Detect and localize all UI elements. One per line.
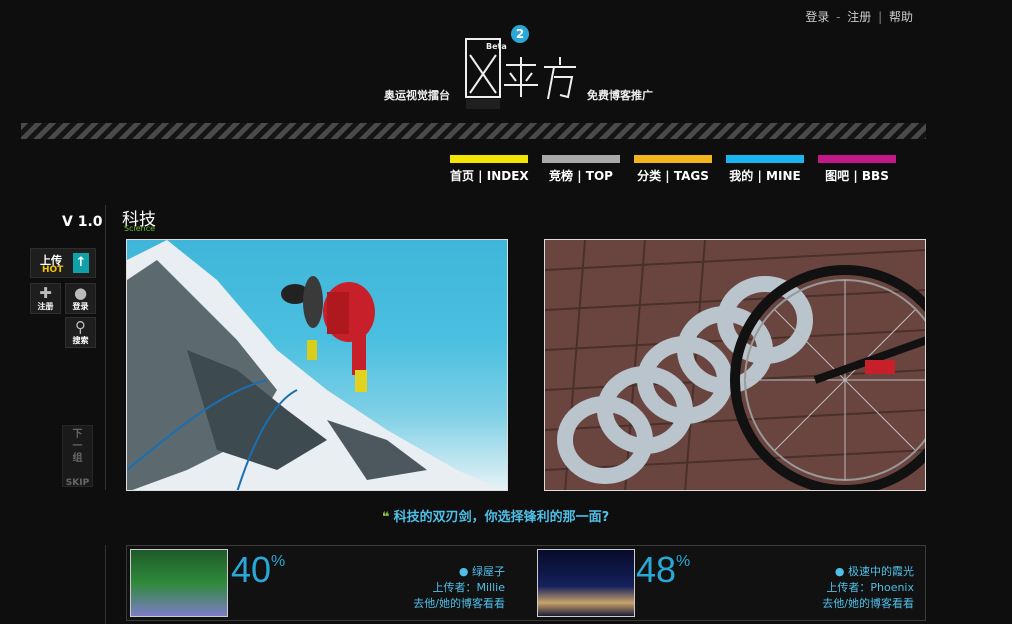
nav-label: 图吧 | BBS (825, 169, 889, 183)
nav-color-bar (450, 155, 528, 163)
nav-bbs[interactable]: 图吧 | BBS (818, 155, 896, 184)
climber-illustration (127, 240, 505, 490)
register-label: 注册 (37, 302, 54, 311)
result-percent: 48% (636, 549, 691, 590)
tagline-right: 免费博客推广 (587, 89, 653, 102)
result-info: ● 极速中的霞光 上传者：Phoenix 去他/她的博客看看 (822, 564, 914, 612)
register-button[interactable]: ✚ 注册 (30, 283, 61, 314)
nav-top[interactable]: 竞榜 | TOP (542, 155, 620, 184)
nav-color-bar (634, 155, 712, 163)
version-label: V 1.0 (62, 214, 103, 230)
result-title-link[interactable]: 绿屋子 (472, 565, 505, 578)
skip-button[interactable]: 下 一 组 SKIP (62, 425, 93, 488)
bullet-icon: ● (458, 565, 472, 578)
blog-link[interactable]: 去他/她的博客看看 (822, 596, 914, 612)
header-stripe-divider (21, 123, 926, 139)
hot-label: HOT (42, 265, 64, 275)
result-thumbnail[interactable] (537, 549, 635, 617)
upload-arrow-icon: ↑ (73, 253, 89, 273)
upload-button[interactable]: 上传 HOT ↑ (30, 248, 96, 278)
blog-link[interactable]: 去他/她的博客看看 (413, 596, 505, 612)
nav-label: 首页 | INDEX (450, 169, 529, 183)
result-percent: 40% (231, 549, 286, 590)
top-links: 登录 - 注册 | 帮助 (805, 8, 913, 25)
sidebar-divider (105, 545, 106, 624)
help-link[interactable]: 帮助 (889, 10, 913, 24)
percent-value: 40 (231, 549, 272, 590)
skip-label: SKIP (65, 478, 90, 488)
sidebar-divider (105, 205, 106, 490)
search-icon: ⚲ (75, 318, 86, 336)
category-subtitle: Science (124, 224, 156, 233)
nav-label: 竞榜 | TOP (549, 169, 613, 183)
uploader-label: 上传者：Phoenix (826, 581, 914, 594)
percent-value: 48 (636, 549, 677, 590)
main-nav: 首页 | INDEX 竞榜 | TOP 分类 | TAGS 我的 | MINE … (450, 155, 896, 184)
vote-question: ❝ 科技的双刃剑，你选择锋利的那一面? (382, 506, 609, 525)
separator: - (832, 10, 845, 24)
login-link[interactable]: 登录 (805, 10, 829, 24)
nav-tags[interactable]: 分类 | TAGS (634, 155, 712, 184)
nav-color-bar (726, 155, 804, 163)
separator: | (874, 10, 886, 24)
nav-index[interactable]: 首页 | INDEX (450, 155, 529, 184)
result-info: ● 绿屋子 上传者：Millie 去他/她的博客看看 (413, 564, 505, 612)
nav-color-bar (542, 155, 620, 163)
register-link[interactable]: 注册 (847, 10, 871, 24)
results-panel: 40% ● 绿屋子 上传者：Millie 去他/她的博客看看 48% ● 极速中… (126, 545, 926, 621)
result-title-link[interactable]: 极速中的霞光 (848, 565, 914, 578)
nav-label: 我的 | MINE (729, 169, 801, 183)
version-badge: 2 (511, 25, 529, 43)
photo-right-bike-rack[interactable] (544, 239, 926, 491)
nav-color-bar (818, 155, 896, 163)
search-button[interactable]: ⚲ 搜索 (65, 317, 96, 348)
search-label: 搜索 (72, 336, 89, 345)
bullet-icon: ● (834, 565, 848, 578)
result-thumbnail[interactable] (130, 549, 228, 617)
login-button[interactable]: ● 登录 (65, 283, 96, 314)
nav-label: 分类 | TAGS (637, 169, 709, 183)
photo-left-climber[interactable] (126, 239, 508, 491)
plus-icon: ✚ (39, 284, 52, 302)
bike-rack-illustration (545, 240, 925, 490)
skip-char: 一 (72, 441, 83, 452)
skip-char: 组 (72, 453, 83, 464)
logo-beta-label: Beta (486, 42, 507, 51)
login-label: 登录 (72, 302, 89, 311)
user-icon: ● (73, 284, 88, 302)
skip-char: 下 (72, 429, 83, 440)
nav-mine[interactable]: 我的 | MINE (726, 155, 804, 184)
site-logo[interactable]: Beta 2 (464, 25, 584, 115)
quote-icon: ❝ (382, 510, 390, 525)
question-text: 科技的双刃剑，你选择锋利的那一面? (393, 510, 610, 525)
uploader-label: 上传者：Millie (432, 581, 505, 594)
tagline-left: 奥运视觉擂台 (384, 89, 450, 102)
